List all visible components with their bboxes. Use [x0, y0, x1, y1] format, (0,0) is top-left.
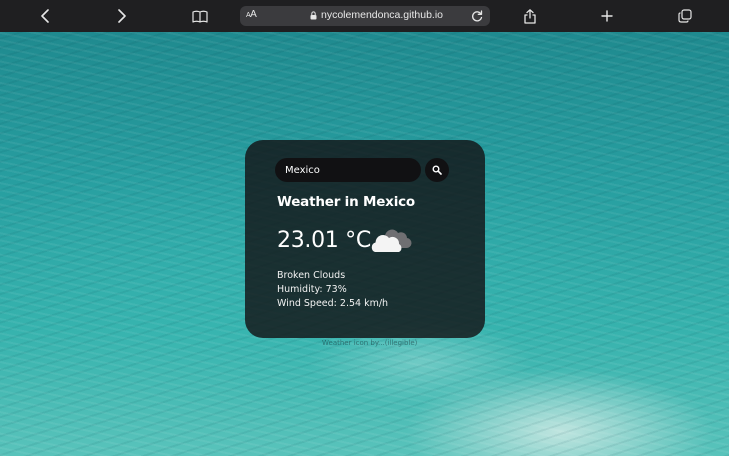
city-heading: Weather in Mexico [277, 194, 415, 210]
back-button[interactable] [31, 0, 59, 32]
search-icon [432, 165, 442, 175]
text-size-button[interactable]: AA [246, 9, 257, 20]
chevron-left-icon [41, 9, 49, 23]
lock-icon [310, 10, 317, 19]
wind-speed-text: Wind Speed: 2.54 km/h [277, 298, 389, 309]
chevron-right-icon [118, 9, 126, 23]
search-button[interactable] [425, 158, 449, 182]
share-button[interactable] [516, 0, 544, 32]
tabs-icon [678, 9, 692, 23]
weather-description: Broken Clouds [277, 270, 346, 281]
bookmarks-button[interactable] [186, 0, 214, 32]
browser-toolbar: AA nycolemendonca.github.io [0, 0, 729, 32]
weather-card: Weather in Mexico 23.01 °C Broken Clouds… [245, 140, 485, 338]
broken-clouds-icon [371, 229, 412, 252]
new-tab-button[interactable] [593, 0, 621, 32]
humidity-text: Humidity: 73% [277, 284, 347, 295]
url-text: nycolemendonca.github.io [321, 9, 444, 21]
temperature-value: 23.01 °C [277, 228, 371, 253]
tabs-overview-button[interactable] [671, 0, 699, 32]
icon-credit-text: Weather icon by...(illegible) [322, 339, 418, 347]
forward-button[interactable] [108, 0, 136, 32]
city-search-input[interactable] [275, 158, 421, 182]
book-icon [192, 10, 208, 23]
plus-icon [601, 10, 613, 22]
share-icon [524, 8, 536, 24]
address-bar[interactable]: AA nycolemendonca.github.io [240, 6, 490, 26]
reload-icon[interactable] [470, 9, 484, 23]
